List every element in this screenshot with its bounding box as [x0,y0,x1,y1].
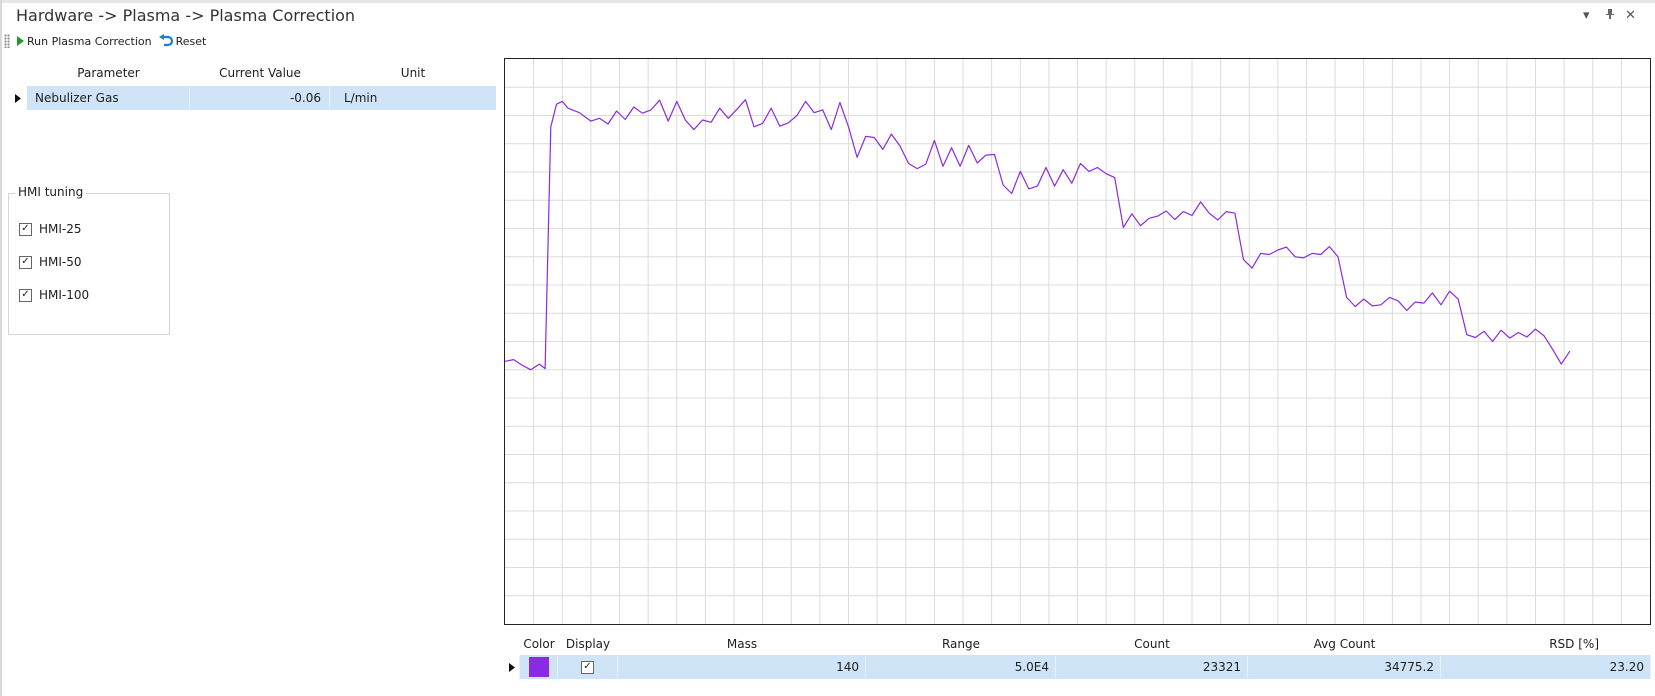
column-header-count[interactable]: Count [1056,632,1248,656]
row-selector-icon[interactable] [504,655,520,679]
run-plasma-correction-label: Run Plasma Correction [27,34,152,48]
toolbar: Run Plasma Correction Reset [4,32,212,50]
current-value-cell[interactable]: -0.06 [190,86,330,110]
count-cell[interactable]: 23321 [1056,655,1248,679]
hmi-50-label: HMI-50 [39,255,82,269]
pin-icon[interactable] [1605,8,1615,24]
hmi-50-checkbox[interactable]: ✓ [19,255,32,269]
window-left-border [0,0,2,696]
display-checkbox[interactable]: ✓ [581,660,594,674]
hmi-25-checkbox[interactable]: ✓ [19,222,32,236]
hmi-tuning-group: HMI tuning ✓ HMI-25 ✓ HMI-50 ✓ HMI-100 [8,185,170,335]
window-title: Hardware -> Plasma -> Plasma Correction [16,6,356,25]
hmi-100-option[interactable]: ✓ HMI-100 [19,288,89,302]
window-top-border [0,0,1655,3]
column-header-rsd[interactable]: RSD [%] [1441,632,1651,656]
chart-plot-area [505,59,1650,624]
chevron-down-icon[interactable]: ▾ [1583,8,1590,23]
signal-chart[interactable] [504,58,1651,625]
parameter-cell[interactable]: Nebulizer Gas [27,86,190,110]
parameter-grid-header: Parameter Current Value Unit [8,60,496,86]
results-grid: Color Display Mass Range Count Avg Count… [504,633,1651,679]
column-header-display[interactable]: Display [558,632,618,656]
play-icon [16,35,25,47]
run-plasma-correction-button[interactable]: Run Plasma Correction [16,35,152,48]
range-cell[interactable]: 5.0E4 [866,655,1056,679]
column-header-range[interactable]: Range [866,632,1056,656]
hmi-100-checkbox[interactable]: ✓ [19,288,32,302]
rsd-cell[interactable]: 23.20 [1441,655,1651,679]
parameter-grid: Parameter Current Value Unit Nebulizer G… [8,60,496,110]
mass-cell[interactable]: 140 [618,655,866,679]
reset-button[interactable]: Reset [158,34,207,48]
undo-icon [158,34,174,48]
unit-cell[interactable]: L/min [330,86,496,110]
column-header-mass[interactable]: Mass [618,632,866,656]
table-row[interactable]: ✓ 140 5.0E4 23321 34775.2 23.20 [504,655,1651,679]
series-line-0 [505,99,1571,371]
display-cell[interactable]: ✓ [558,655,618,679]
hmi-50-option[interactable]: ✓ HMI-50 [19,255,82,269]
hmi-tuning-title: HMI tuning [15,185,87,199]
column-header-parameter[interactable]: Parameter [27,66,190,80]
color-swatch[interactable] [528,657,549,677]
column-header-avg-count[interactable]: Avg Count [1248,632,1441,656]
close-icon[interactable]: ✕ [1625,8,1636,23]
column-header-color[interactable]: Color [520,632,558,656]
avg-count-cell[interactable]: 34775.2 [1248,655,1441,679]
hmi-100-label: HMI-100 [39,288,90,302]
row-selector-icon[interactable] [8,86,27,110]
results-grid-header: Color Display Mass Range Count Avg Count… [504,633,1651,655]
hmi-25-option[interactable]: ✓ HMI-25 [19,222,82,236]
column-header-unit[interactable]: Unit [330,66,496,80]
table-row[interactable]: Nebulizer Gas -0.06 L/min [8,86,496,110]
hmi-25-label: HMI-25 [39,222,82,236]
column-header-current-value[interactable]: Current Value [190,66,330,80]
reset-label: Reset [175,34,207,48]
color-cell[interactable] [520,655,558,679]
toolbar-grip-icon[interactable] [4,34,10,48]
